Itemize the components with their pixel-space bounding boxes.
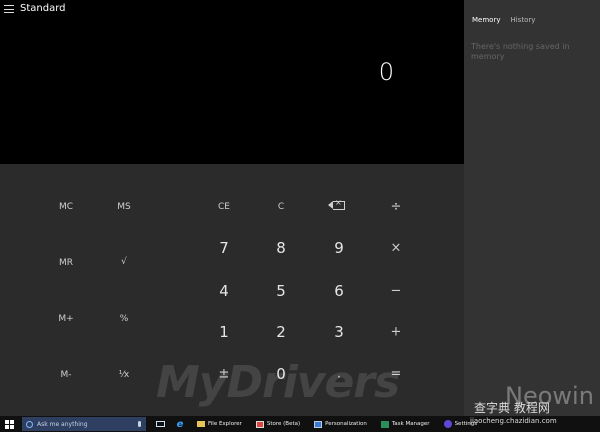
digit-6-button[interactable]: 6 [334, 282, 344, 300]
digit-2-button[interactable]: 2 [276, 323, 286, 341]
taskbar-app-label: Task Manager [391, 421, 430, 427]
watermark-chazidian: 查字典 教程网 [474, 401, 550, 415]
task-manager-icon [380, 420, 389, 428]
side-panel: Memory History There's nothing saved in … [464, 0, 600, 416]
mc-button[interactable]: MC [59, 202, 73, 212]
m-plus-button[interactable]: M+ [58, 314, 73, 324]
settings-gear-icon [443, 420, 452, 428]
backspace-icon [328, 198, 345, 210]
multiply-button[interactable]: × [391, 241, 402, 256]
clear-button[interactable]: C [278, 202, 284, 212]
taskbar-store[interactable]: Store (Beta) [253, 417, 303, 431]
sqrt-button[interactable]: √ [121, 257, 127, 267]
plus-button[interactable]: + [391, 325, 402, 340]
ce-button[interactable]: CE [218, 202, 230, 212]
microphone-icon[interactable] [138, 421, 141, 427]
task-view-icon [155, 421, 165, 427]
start-button[interactable] [0, 416, 18, 432]
digit-5-button[interactable]: 5 [276, 282, 286, 300]
tab-history[interactable]: History [510, 16, 535, 24]
taskbar-app-label: Store (Beta) [266, 421, 301, 427]
personalization-icon [314, 420, 323, 428]
memory-empty-message: There's nothing saved in memory [471, 42, 570, 61]
edge-browser-icon: e [176, 418, 184, 430]
windows-logo-icon [4, 419, 14, 429]
edge-button[interactable]: e [174, 418, 186, 430]
title-bar: Standard [0, 0, 66, 16]
digit-1-button[interactable]: 1 [219, 323, 229, 341]
mode-title: Standard [20, 2, 66, 14]
display-area: Standard 0 [0, 0, 464, 164]
digit-3-button[interactable]: 3 [334, 323, 344, 341]
side-tabs: Memory History [472, 16, 535, 24]
backspace-button[interactable] [328, 198, 345, 213]
digit-4-button[interactable]: 4 [219, 282, 229, 300]
taskbar-personalization[interactable]: Personalization [311, 417, 370, 431]
cortana-icon [26, 420, 33, 428]
task-view-button[interactable] [154, 419, 166, 429]
digit-7-button[interactable]: 7 [219, 239, 229, 257]
taskbar-app-label: Personalization [325, 421, 367, 427]
m-minus-button[interactable]: M- [60, 370, 71, 380]
hamburger-menu-icon[interactable] [4, 5, 14, 13]
search-placeholder: Ask me anything [37, 420, 88, 428]
calculator-app: Standard 0 MC MS CE C ÷ 7 8 9 × MR √ 4 5… [0, 0, 600, 416]
mr-button[interactable]: MR [59, 258, 73, 268]
watermark-url: jiaocheng.chazidian.com [470, 417, 557, 425]
display-readout: 0 [378, 58, 394, 86]
minus-button[interactable]: − [391, 284, 402, 299]
percent-button[interactable]: % [120, 314, 129, 324]
reciprocal-button[interactable]: ¹⁄x [119, 370, 129, 380]
cortana-search-box[interactable]: Ask me anything [22, 417, 146, 431]
ms-button[interactable]: MS [117, 202, 130, 212]
taskbar-app-label: File Explorer [208, 421, 242, 427]
digit-9-button[interactable]: 9 [334, 239, 344, 257]
divide-button[interactable]: ÷ [391, 200, 402, 215]
taskbar-file-explorer[interactable]: File Explorer [194, 417, 245, 431]
digit-8-button[interactable]: 8 [276, 239, 286, 257]
tab-memory[interactable]: Memory [472, 16, 500, 24]
watermark-mydrivers: MyDrivers [156, 357, 400, 408]
calculator-main: Standard 0 MC MS CE C ÷ 7 8 9 × MR √ 4 5… [0, 0, 464, 416]
store-icon [255, 420, 264, 428]
folder-icon [197, 421, 205, 427]
taskbar-task-manager[interactable]: Task Manager [378, 417, 433, 431]
